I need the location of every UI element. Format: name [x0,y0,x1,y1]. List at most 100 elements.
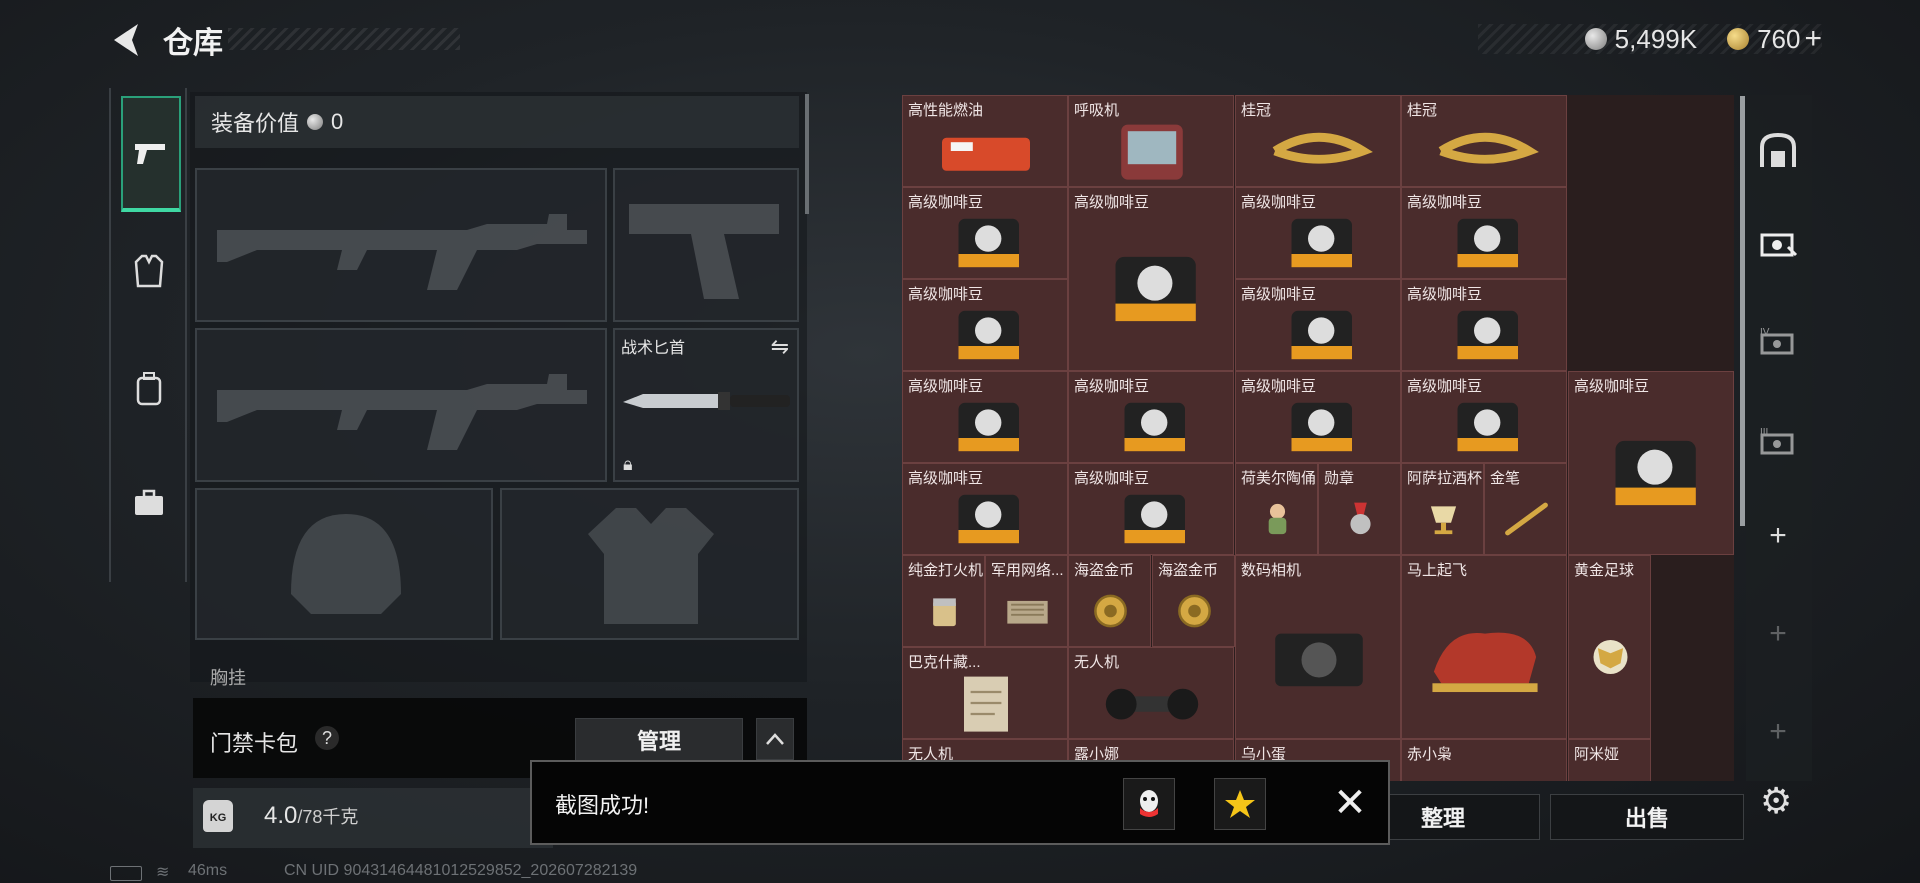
inventory-scrollbar[interactable] [1740,96,1745,526]
item-name: 黄金足球 [1574,562,1635,579]
inventory-item[interactable]: 桂冠 [1235,95,1401,187]
goblet-icon [1412,486,1475,554]
helmet-slot[interactable] [195,488,493,640]
lock-icon: 🔒︎ [623,454,633,474]
tab-backpack[interactable] [121,334,177,444]
swap-icon[interactable]: ⇋ [771,334,789,360]
tab-weapons[interactable] [121,96,181,212]
share-qzone-button[interactable] [1214,778,1266,830]
inventory-item[interactable]: 高级咖啡豆 [1068,371,1234,463]
coffee-bag-icon [1412,210,1558,278]
category-tabs [109,88,187,582]
knife-slot[interactable]: 战术匕首 ⇋ 🔒︎ [613,328,799,482]
inventory-item[interactable]: 高级咖啡豆 [902,463,1068,555]
tab-case[interactable] [121,448,177,558]
inventory-item[interactable]: 巴克什藏... [902,647,1068,739]
coffee-bag-icon [1079,394,1225,462]
sell-button[interactable]: 出售 [1550,794,1744,840]
item-name: 高级咖啡豆 [1407,194,1483,211]
loadout-scrollbar[interactable] [805,94,809,214]
add-currency-button[interactable]: + [1804,22,1822,56]
add-stash-button-locked[interactable]: + [1752,706,1804,758]
inventory-item[interactable]: 海盗金币 [1152,555,1235,647]
inventory-item[interactable]: 高级咖啡豆 [1235,279,1401,371]
inventory-item[interactable]: 纯金打火机 [902,555,985,647]
tab-armor[interactable] [121,216,177,326]
item-name: 高级咖啡豆 [1074,470,1150,487]
inventory-item[interactable]: 军用网络... [985,555,1068,647]
inventory-item[interactable]: 高级咖啡豆 [1401,371,1567,463]
inventory-item[interactable]: 海盗金币 [1068,555,1151,647]
add-stash-button-locked[interactable]: + [1752,608,1804,660]
inventory-item[interactable]: 桂冠 [1401,95,1567,187]
stash-page-3-icon[interactable]: III [1752,414,1804,466]
title-decoration [228,28,460,50]
item-name: 军用网络... [991,562,1064,579]
back-icon[interactable] [108,20,144,60]
close-icon[interactable]: ✕ [1325,778,1375,828]
qq-icon [1140,790,1158,817]
item-name: 高级咖啡豆 [908,378,984,395]
inventory-item[interactable]: 无人机 [1068,647,1234,739]
item-name: 高级咖啡豆 [1241,378,1317,395]
coffee-bag-icon [1246,210,1392,278]
pistol-silhouette-icon [629,204,779,299]
item-name: 高级咖啡豆 [908,470,984,487]
inventory-item[interactable]: 数码相机 [1235,555,1401,739]
inventory-item[interactable]: 勋章 [1318,463,1401,555]
weight-max: /78千克 [297,807,359,827]
inventory-item[interactable]: 高级咖啡豆 [902,187,1068,279]
gold-coin-icon [1163,578,1226,646]
inventory-item[interactable]: 金笔 [1484,463,1567,555]
add-stash-button[interactable]: + [1752,510,1804,562]
chest-rig-label: 胸挂 [210,668,246,688]
inventory-item[interactable]: 赤小枭 [1401,739,1567,781]
equip-value-bar: 装备价值 0 [195,96,799,148]
gear-icon[interactable]: ⚙ [1760,780,1792,822]
toast-message: 截图成功! [555,793,650,818]
chevron-up-icon [766,733,784,745]
knife-name: 战术匕首 [621,340,686,357]
coffee-bag-icon [1079,210,1225,370]
inventory-item[interactable]: 高级咖啡豆 [1068,463,1234,555]
inventory-item[interactable]: 高级咖啡豆 [1068,187,1234,371]
coffee-bag-icon [913,210,1059,278]
stash-page-4-icon[interactable]: IV [1752,314,1804,366]
lighter-icon [913,578,976,646]
secondary-weapon-slot[interactable] [195,328,607,482]
silver-coin-icon [1584,28,1607,50]
drone-icon [1079,670,1225,738]
inventory-item[interactable]: 呼吸机 [1068,95,1234,187]
weight-readout: 4.0/78千克 [264,802,358,830]
uid-text: CN UID 90431464481012529852_202607282139 [284,862,638,879]
battery-icon [110,866,142,881]
inventory-item[interactable]: 黄金足球 [1568,555,1651,739]
armor-slot[interactable] [500,488,799,640]
inventory-item[interactable]: 阿米娅 [1568,739,1651,781]
help-icon[interactable]: ? [315,726,339,750]
inventory-item[interactable]: 高级咖啡豆 [1568,371,1734,555]
stash-page-1-icon[interactable] [1752,216,1804,268]
item-name: 数码相机 [1241,562,1302,579]
share-qq-button[interactable] [1123,778,1175,830]
inventory-item[interactable]: 阿萨拉酒杯 [1401,463,1484,555]
coffee-bag-icon [1079,486,1225,554]
inventory-item[interactable]: 高性能燃油 [902,95,1068,187]
inventory-item[interactable]: 马上起飞 [1401,555,1567,739]
inventory-item[interactable]: 荷美尔陶俑 [1235,463,1318,555]
pistol-slot[interactable] [613,168,799,322]
horse-statue-icon [1412,578,1558,738]
fuel-case-icon [913,118,1059,186]
primary-weapon-slot[interactable] [195,168,607,322]
inventory-item[interactable]: 高级咖啡豆 [1235,187,1401,279]
inventory-item[interactable]: 高级咖啡豆 [902,371,1068,463]
inventory-item[interactable]: 高级咖啡豆 [902,279,1068,371]
inventory-item[interactable]: 高级咖啡豆 [1235,371,1401,463]
manage-button[interactable]: 管理 [575,718,743,762]
collapse-button[interactable] [756,718,794,760]
stash-icon[interactable] [1752,124,1804,176]
item-name: 荷美尔陶俑 [1241,470,1317,487]
inventory-item[interactable]: 高级咖啡豆 [1401,279,1567,371]
item-name: 马上起飞 [1407,562,1468,579]
inventory-item[interactable]: 高级咖啡豆 [1401,187,1567,279]
